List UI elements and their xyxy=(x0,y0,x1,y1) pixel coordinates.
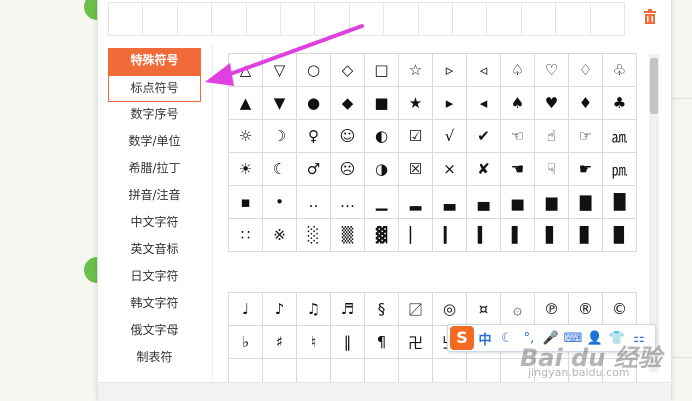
ime-toolbar: S 中 ☾ °, 🎤 ⌨ 👤 👕 ⚏ xyxy=(447,324,656,352)
ime-mode-toggle[interactable]: 中 xyxy=(474,329,496,348)
sogou-logo-icon[interactable]: S xyxy=(450,326,474,350)
halfwidth-moon-icon[interactable]: ☾ xyxy=(496,331,518,346)
keyboard-icon[interactable]: ⌨ xyxy=(562,331,584,346)
microphone-icon[interactable]: 🎤 xyxy=(540,331,562,346)
punctuation-icon[interactable]: °, xyxy=(518,331,540,346)
toolbox-grid-icon[interactable]: ⚏ xyxy=(628,331,650,346)
user-icon[interactable]: 👤 xyxy=(584,331,606,346)
skin-shirt-icon[interactable]: 👕 xyxy=(606,331,628,346)
